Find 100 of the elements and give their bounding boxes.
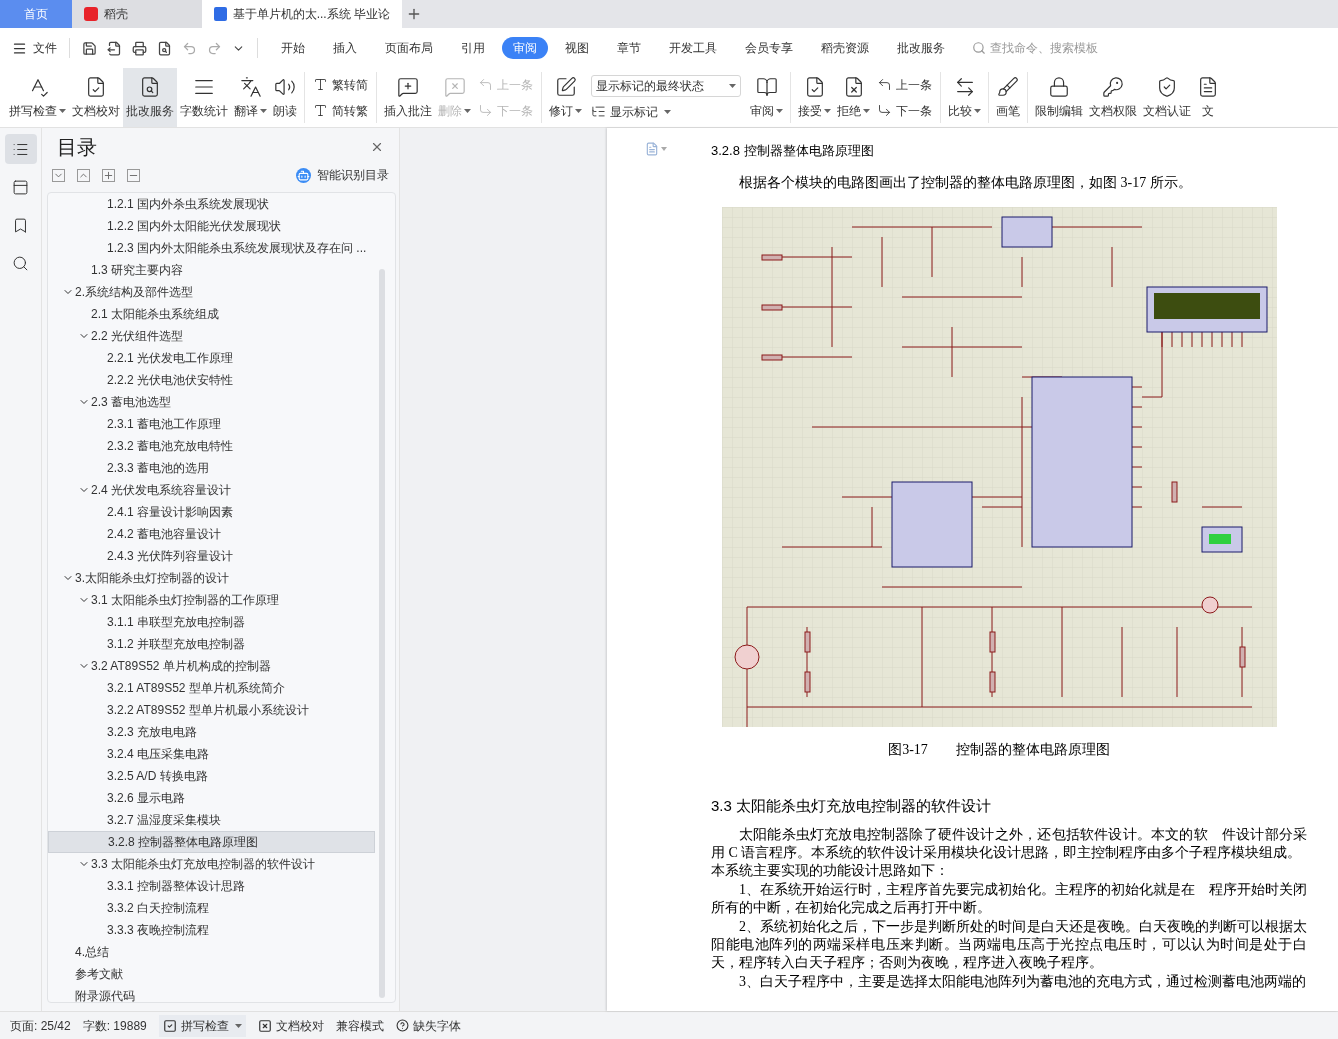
toc-item[interactable]: 1.2.3 国内外太阳能杀虫系统发展现状及存在问 ... <box>48 237 375 259</box>
toc-item[interactable]: 2.4.1 容量设计影响因素 <box>48 501 375 523</box>
toc-item[interactable]: 2.3 蓄电池选型 <box>48 391 375 413</box>
ribbon-tab[interactable]: 引用 <box>450 37 496 59</box>
missing-fonts-button[interactable]: 缺失字体 <box>395 1016 461 1035</box>
file-menu-button[interactable]: 文件 <box>0 28 69 68</box>
text-icon <box>313 77 328 92</box>
toc-item[interactable]: 3.3.1 控制器整体设计思路 <box>48 875 375 897</box>
ribbon-button[interactable]: 审阅 <box>747 68 786 127</box>
ribbon-tab[interactable]: 批改服务 <box>886 37 956 59</box>
toc-item[interactable]: 3.2 AT89S52 单片机构成的控制器 <box>48 655 375 677</box>
plus-icon[interactable] <box>102 168 115 182</box>
ribbon-button[interactable]: 字数统计 <box>177 68 231 127</box>
toc-item[interactable]: 3.3.2 白天控制流程 <box>48 897 375 919</box>
ribbon-tab[interactable]: 会员专享 <box>734 37 804 59</box>
toc-item[interactable]: 3.2.8 控制器整体电路原理图 <box>48 831 375 853</box>
toc-item[interactable]: 3.1.2 并联型充放电控制器 <box>48 633 375 655</box>
ribbon-button[interactable]: 画笔 <box>993 68 1023 127</box>
undo-icon[interactable] <box>182 40 197 56</box>
ribbon-tab[interactable]: 开发工具 <box>658 37 728 59</box>
ribbon-tab[interactable]: 审阅 <box>502 37 548 59</box>
ribbon-button[interactable]: 修订 <box>546 68 585 127</box>
window-tab[interactable]: 基于单片机的太...系统 毕业论 <box>202 0 402 28</box>
export-icon[interactable] <box>107 40 122 56</box>
scrollbar-thumb[interactable] <box>379 269 385 998</box>
toc-item[interactable]: 2.系统结构及部件选型 <box>48 281 375 303</box>
toc-item[interactable]: 3.3 太阳能杀虫灯充放电控制器的软件设计 <box>48 853 375 875</box>
ribbon-button[interactable]: 上一条 <box>877 75 932 94</box>
smart-toc-button[interactable]: 智能识别目录 <box>296 166 389 184</box>
toc-item[interactable]: 3.2.3 充放电电路 <box>48 721 375 743</box>
document-check-icon <box>85 75 107 98</box>
new-tab-icon[interactable] <box>406 6 422 22</box>
ribbon-button[interactable]: 拒绝 <box>834 68 873 127</box>
ribbon-button[interactable]: 插入批注 <box>381 68 435 127</box>
toc-item[interactable]: 2.2.2 光伏电池伏安特性 <box>48 369 375 391</box>
ribbon-button[interactable]: 显示标记 <box>591 102 741 121</box>
ribbon-tab[interactable]: 章节 <box>606 37 652 59</box>
comment-delete-icon <box>443 75 466 98</box>
ribbon-button[interactable]: 翻译 <box>231 68 270 127</box>
toc-item[interactable]: 1.2.2 国内外太阳能光伏发展现状 <box>48 215 375 237</box>
toc-item[interactable]: 2.4.2 蓄电池容量设计 <box>48 523 375 545</box>
toc-item[interactable]: 3.1.1 串联型充放电控制器 <box>48 611 375 633</box>
ribbon-button[interactable]: 拼写检查 <box>6 68 69 127</box>
proofread-button[interactable]: 文档校对 <box>257 1016 324 1035</box>
toc-item[interactable]: 2.4.3 光伏阵列容量设计 <box>48 545 375 567</box>
ribbon-button[interactable]: 限制编辑 <box>1032 68 1086 127</box>
minus-icon[interactable] <box>127 168 140 182</box>
ribbon-button[interactable]: 下一条 <box>877 101 932 120</box>
toc-item[interactable]: 3.3.3 夜晚控制流程 <box>48 919 375 941</box>
toc-item[interactable]: 3.2.2 AT89S52 型单片机最小系统设计 <box>48 699 375 721</box>
ribbon-button[interactable]: 繁转简 <box>313 75 368 94</box>
ribbon-button[interactable]: 文档认证 <box>1140 68 1194 127</box>
ribbon-tab[interactable]: 开始 <box>270 37 316 59</box>
ribbon-button[interactable]: 简转繁 <box>313 101 368 120</box>
collapse-icon[interactable] <box>77 168 90 182</box>
toc-item[interactable]: 2.3.1 蓄电池工作原理 <box>48 413 375 435</box>
toc-item[interactable]: 3.2.1 AT89S52 型单片机系统简介 <box>48 677 375 699</box>
print-icon[interactable] <box>132 40 147 56</box>
save-icon[interactable] <box>82 40 97 56</box>
toc-item[interactable]: 参考文献 <box>48 963 375 985</box>
ribbon-button[interactable]: 接受 <box>795 68 834 127</box>
toc-item[interactable]: 附录源代码 <box>48 985 375 1002</box>
caret-icon <box>776 108 783 113</box>
outline-icon[interactable] <box>4 134 37 164</box>
toc-item[interactable]: 2.1 太阳能杀虫系统组成 <box>48 303 375 325</box>
redo-icon[interactable] <box>207 40 222 56</box>
ribbon-tab[interactable]: 稻壳资源 <box>810 37 880 59</box>
ribbon-button[interactable]: 文档权限 <box>1086 68 1140 127</box>
ribbon-button[interactable]: 文档校对 <box>69 68 123 127</box>
toc-item[interactable]: 3.2.5 A/D 转换电路 <box>48 765 375 787</box>
toc-item[interactable]: 3.太阳能杀虫灯控制器的设计 <box>48 567 375 589</box>
ribbon-button[interactable]: 批改服务 <box>123 68 177 127</box>
markup-state-dropdown[interactable]: 显示标记的最终状态 <box>591 74 741 97</box>
toc-item[interactable]: 2.3.2 蓄电池充放电特性 <box>48 435 375 457</box>
toc-item[interactable]: 1.2.1 国内外杀虫系统发展现状 <box>48 193 375 215</box>
ribbon-button[interactable]: 朗读 <box>270 68 300 127</box>
ribbon-tab[interactable]: 视图 <box>554 37 600 59</box>
toc-item[interactable]: 3.1 太阳能杀虫灯控制器的工作原理 <box>48 589 375 611</box>
window-tab[interactable]: 稻壳 <box>72 0 202 28</box>
close-icon[interactable] <box>370 140 384 154</box>
toc-item[interactable]: 3.2.7 温湿度采集模块 <box>48 809 375 831</box>
toc-item[interactable]: 2.2 光伏组件选型 <box>48 325 375 347</box>
toc-item[interactable]: 3.2.6 显示电路 <box>48 787 375 809</box>
ribbon-button[interactable]: 比较 <box>945 68 984 127</box>
preview-icon[interactable] <box>157 40 172 56</box>
expand-icon[interactable] <box>52 168 65 182</box>
ribbon-tab[interactable]: 插入 <box>322 37 368 59</box>
toc-item[interactable]: 2.4 光伏发电系统容量设计 <box>48 479 375 501</box>
toc-item[interactable]: 2.3.3 蓄电池的选用 <box>48 457 375 479</box>
command-search-field[interactable]: 查找命令、搜索模板 <box>972 39 1130 57</box>
shield-icon <box>1156 75 1178 98</box>
spell-check-button[interactable]: 拼写检查 <box>158 1014 246 1037</box>
toc-item[interactable]: 2.2.1 光伏发电工作原理 <box>48 347 375 369</box>
toc-item[interactable]: 1.3 研究主要内容 <box>48 259 375 281</box>
toc-item[interactable]: 3.2.4 电压采集电路 <box>48 743 375 765</box>
toc-item[interactable]: 4.总结 <box>48 941 375 963</box>
ribbon-button[interactable]: 文 <box>1194 68 1222 127</box>
compat-mode-label: 兼容模式 <box>335 1017 384 1035</box>
ribbon-tab[interactable]: 页面布局 <box>374 37 444 59</box>
previous-icon <box>877 77 892 92</box>
